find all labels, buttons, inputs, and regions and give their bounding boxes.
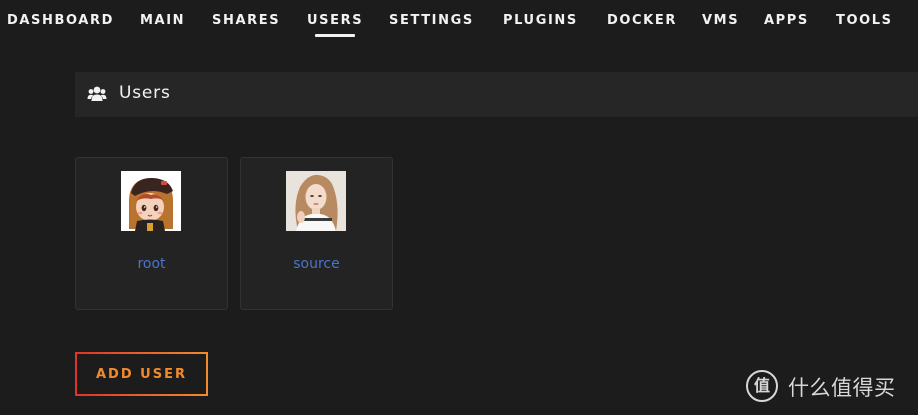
nav-item-users[interactable]: USERS [307, 13, 363, 28]
active-tab-indicator [315, 34, 355, 37]
nav-item-shares[interactable]: SHARES [212, 13, 280, 28]
user-name-link[interactable]: root [76, 256, 227, 272]
cartoon-avatar[interactable] [121, 171, 181, 231]
watermark-badge: 值 [746, 370, 778, 402]
section-header: Users [75, 72, 918, 117]
users-icon [87, 84, 107, 104]
user-card-source[interactable]: source [240, 157, 393, 310]
nav-item-vms[interactable]: VMS [702, 13, 739, 28]
nav-item-tools[interactable]: TOOLS [836, 13, 893, 28]
photo-avatar[interactable] [286, 171, 346, 231]
nav-item-apps[interactable]: APPS [764, 13, 809, 28]
nav-item-dashboard[interactable]: DASHBOARD [7, 13, 114, 28]
nav-item-main[interactable]: MAIN [140, 13, 185, 28]
nav-item-docker[interactable]: DOCKER [607, 13, 677, 28]
watermark-text: 什么值得买 [788, 376, 896, 400]
user-card-root[interactable]: root [75, 157, 228, 310]
section-title: Users [119, 83, 171, 103]
nav-item-plugins[interactable]: PLUGINS [503, 13, 578, 28]
add-user-button[interactable]: ADD USER [75, 352, 208, 396]
nav-item-settings[interactable]: SETTINGS [389, 13, 474, 28]
add-user-label: ADD USER [96, 367, 187, 382]
watermark: 值 什么值得买 [746, 368, 914, 408]
top-nav: DASHBOARD MAIN SHARES USERS SETTINGS PLU… [0, 0, 918, 42]
user-name-link[interactable]: source [241, 256, 392, 272]
